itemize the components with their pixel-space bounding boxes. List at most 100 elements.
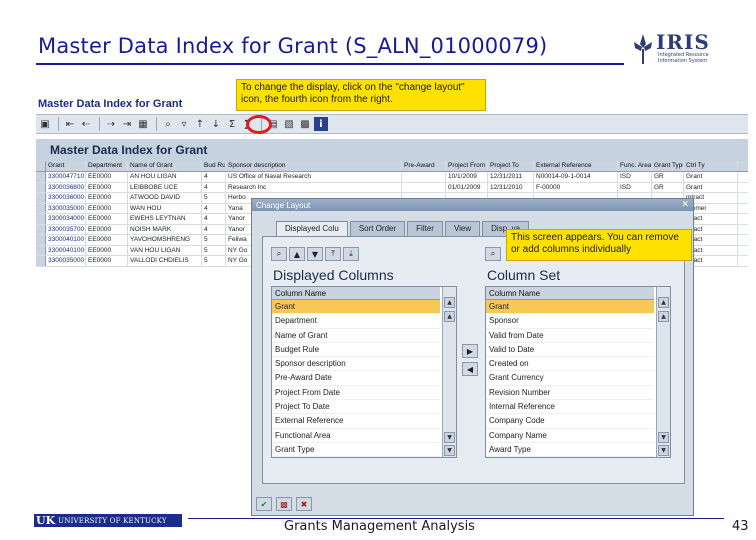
scrollbar[interactable]: ▲ ▲ ▼ ▼ bbox=[656, 287, 670, 458]
list-item[interactable]: Created on bbox=[486, 357, 654, 372]
list-item[interactable]: Company Name bbox=[486, 429, 654, 443]
row-selector[interactable] bbox=[36, 193, 46, 203]
grid-header-cell[interactable]: External Reference bbox=[534, 161, 618, 171]
grant-link[interactable]: 3300040100 bbox=[46, 245, 86, 255]
grid-header-cell[interactable]: Grant Type bbox=[652, 161, 684, 171]
hide-column-arrow-right-icon[interactable]: ▶ bbox=[462, 344, 478, 358]
table-row[interactable]: 3300036800 EE0000 LEIBBOBE UCE 4 Research In… bbox=[36, 182, 748, 193]
list-item[interactable]: Pre-Award Date bbox=[272, 371, 440, 386]
details-icon[interactable]: ▦ bbox=[136, 117, 150, 131]
list-item[interactable]: Grant Type bbox=[272, 443, 440, 458]
select-layout-icon[interactable]: ▧ bbox=[282, 117, 296, 131]
grant-link[interactable]: 3300035000 bbox=[46, 203, 86, 213]
close-icon[interactable]: ✕ bbox=[681, 200, 689, 210]
save-icon[interactable]: ▩ bbox=[276, 497, 292, 511]
grid-header-cell[interactable]: Name of Grant bbox=[128, 161, 202, 171]
row-selector[interactable] bbox=[36, 214, 46, 224]
list-item[interactable]: Budget Rule bbox=[272, 343, 440, 358]
grant-link[interactable]: 3300047710 bbox=[46, 172, 86, 182]
scroll-down-icon[interactable]: ▼ bbox=[658, 432, 669, 444]
list-item[interactable]: Project To Date bbox=[272, 400, 440, 415]
move-down-icon[interactable]: ▼ bbox=[307, 247, 323, 261]
grid-header-cell[interactable]: Grant bbox=[46, 161, 86, 171]
print-icon[interactable]: ▣ bbox=[38, 117, 52, 131]
find-icon[interactable]: ⌕ bbox=[161, 117, 175, 131]
list-item[interactable]: Grant bbox=[486, 300, 654, 315]
scroll-up-icon[interactable]: ▲ bbox=[658, 297, 669, 308]
grid-header-cell[interactable]: Project To bbox=[488, 161, 534, 171]
list-item[interactable]: Name of Grant bbox=[272, 329, 440, 343]
grant-link[interactable]: 3300036000 bbox=[46, 193, 86, 203]
list-item[interactable]: Department bbox=[272, 314, 440, 329]
row-selector[interactable] bbox=[36, 182, 46, 192]
filter-icon[interactable]: ▿ bbox=[177, 117, 191, 131]
grid-header-cell[interactable]: Project From bbox=[446, 161, 488, 171]
list-item[interactable]: Internal Reference bbox=[486, 400, 654, 415]
scrollbar[interactable]: ▲ ▲ ▼ ▼ bbox=[442, 287, 456, 458]
sort-asc-icon[interactable]: ↑ bbox=[193, 117, 207, 131]
list-item[interactable]: Sponsor bbox=[486, 314, 654, 329]
list-item[interactable]: Grant Currency bbox=[486, 371, 654, 386]
move-bottom-icon[interactable]: ⤓ bbox=[343, 247, 359, 261]
list-item[interactable]: Grant bbox=[272, 300, 440, 315]
row-selector[interactable] bbox=[36, 224, 46, 234]
last-page-icon[interactable]: ⇥ bbox=[120, 117, 134, 131]
scroll-up-icon[interactable]: ▲ bbox=[444, 297, 455, 308]
list-item[interactable]: Project From Date bbox=[272, 386, 440, 401]
prev-page-icon[interactable]: ⇠ bbox=[79, 117, 93, 131]
row-select-header[interactable] bbox=[36, 161, 46, 171]
tab-sort-order[interactable]: Sort Order bbox=[349, 221, 406, 236]
scroll-down-icon[interactable]: ▼ bbox=[658, 445, 669, 457]
list-column-header[interactable]: Column Name bbox=[272, 287, 440, 300]
row-selector[interactable] bbox=[36, 245, 46, 255]
find-icon[interactable]: ⌕ bbox=[271, 247, 287, 261]
list-item[interactable]: Company Code bbox=[486, 414, 654, 429]
sum-icon[interactable]: Σ bbox=[225, 117, 239, 131]
left-panel-toolbar: ⌕ ▲ ▼ ⤒ ⤓ bbox=[271, 245, 457, 263]
iris-logo-word: IRIS bbox=[656, 30, 710, 54]
cancel-icon[interactable]: ✖ bbox=[296, 497, 312, 511]
list-item[interactable]: Valid from Date bbox=[486, 329, 654, 343]
table-cell: N00014-09-1-0014 bbox=[534, 172, 618, 182]
tab-displayed-columns[interactable]: Displayed Colu bbox=[276, 221, 348, 236]
grid-header-cell[interactable]: Bud Rule bbox=[202, 161, 226, 171]
scroll-down-icon[interactable]: ▼ bbox=[444, 432, 455, 444]
list-item[interactable]: Revision Number bbox=[486, 386, 654, 401]
row-selector[interactable] bbox=[36, 203, 46, 213]
list-column-header[interactable]: Column Name bbox=[486, 287, 654, 300]
scroll-down-icon[interactable]: ▼ bbox=[444, 445, 455, 457]
tab-view[interactable]: View bbox=[444, 221, 481, 236]
scroll-up-icon[interactable]: ▲ bbox=[444, 311, 455, 322]
row-selector[interactable] bbox=[36, 172, 46, 182]
move-up-icon[interactable]: ▲ bbox=[289, 247, 305, 261]
scroll-up-icon[interactable]: ▲ bbox=[658, 311, 669, 322]
list-item[interactable]: Sponsor description bbox=[272, 357, 440, 372]
next-page-icon[interactable]: ⇢ bbox=[104, 117, 118, 131]
sort-desc-icon[interactable]: ↓ bbox=[209, 117, 223, 131]
grant-link[interactable]: 3300036800 bbox=[46, 182, 86, 192]
grid-header-cell[interactable]: Pre-Award bbox=[402, 161, 446, 171]
save-layout-icon[interactable]: ▩ bbox=[298, 117, 312, 131]
move-top-icon[interactable]: ⤒ bbox=[325, 247, 341, 261]
table-row[interactable]: 3300047710 EE0000 AN HOU LIGAN 4 US Office o… bbox=[36, 172, 748, 183]
info-icon[interactable]: i bbox=[314, 117, 328, 131]
list-item[interactable]: Functional Area bbox=[272, 429, 440, 443]
show-column-arrow-left-icon[interactable]: ◀ bbox=[462, 362, 478, 376]
list-item[interactable]: Award Type bbox=[486, 443, 654, 458]
list-item[interactable]: Valid to Date bbox=[486, 343, 654, 358]
grid-header-cell[interactable]: Func. Area bbox=[618, 161, 652, 171]
grant-link[interactable]: 3300034000 bbox=[46, 214, 86, 224]
grid-header-cell[interactable]: Ctrl Ty bbox=[684, 161, 738, 171]
grid-header-cell[interactable]: Sponsor description bbox=[226, 161, 402, 171]
confirm-icon[interactable]: ✔ bbox=[256, 497, 272, 511]
row-selector[interactable] bbox=[36, 256, 46, 266]
grant-link[interactable]: 3300035700 bbox=[46, 224, 86, 234]
grant-link[interactable]: 3300040100 bbox=[46, 235, 86, 245]
find-icon[interactable]: ⌕ bbox=[485, 247, 501, 261]
list-item[interactable]: External Reference bbox=[272, 414, 440, 429]
first-page-icon[interactable]: ⇤ bbox=[63, 117, 77, 131]
grid-header-cell[interactable]: Department bbox=[86, 161, 128, 171]
grant-link[interactable]: 3300035000 bbox=[46, 256, 86, 266]
row-selector[interactable] bbox=[36, 235, 46, 245]
tab-filter[interactable]: Filter bbox=[407, 221, 443, 236]
